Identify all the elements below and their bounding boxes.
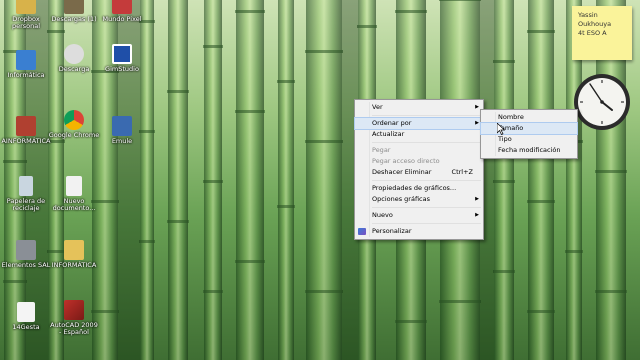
desktop-icon-label: 14Gesta [12, 323, 40, 331]
app-icon [16, 240, 36, 260]
menu-item-label: Pegar acceso directo [372, 157, 440, 165]
autocad-icon [64, 300, 84, 320]
menu-item-label: Tipo [498, 135, 512, 143]
recycle-bin-icon [19, 176, 33, 196]
desktop-icon-dropbox[interactable]: Dropbox personal [0, 0, 52, 30]
menu-separator [372, 142, 481, 143]
desktop-icon-gimstudio[interactable]: GimStudio [96, 44, 148, 73]
submenu-arrow-icon: ▶ [475, 212, 479, 218]
menu-item-propiedades-graficos[interactable]: Propiedades de gráficos... [355, 183, 483, 194]
sticky-note[interactable]: Yassin Oukhouya 4t ESO A [572, 6, 632, 60]
folder-icon [64, 0, 84, 14]
menu-separator [372, 180, 481, 181]
desktop-icon-label: Informática [7, 71, 45, 79]
bamboo-stalk [203, 0, 223, 360]
desktop-icon-label: INFORMÁTICA [51, 261, 97, 269]
desktop-icon-ainformatica[interactable]: AINFORMÁTICA [0, 116, 52, 145]
sticky-note-line: Yassin [578, 11, 598, 19]
submenu-arrow-icon: ▶ [475, 120, 479, 126]
menu-item-nuevo[interactable]: Nuevo ▶ [355, 210, 483, 221]
bamboo-stalk [527, 0, 555, 360]
desktop-icon-elementos[interactable]: Elementos SAL [0, 240, 52, 269]
app-icon [112, 44, 132, 64]
menu-item-shortcut: Ctrl+Z [451, 168, 473, 176]
menu-item-ordenar-por[interactable]: Ordenar por ▶ [354, 117, 484, 130]
desktop-icon-descarga[interactable]: Descarga [48, 44, 100, 73]
document-icon [66, 176, 82, 196]
desktop-icon-descargas[interactable]: Descargas (1) [48, 0, 100, 23]
menu-item-label: Fecha modificación [498, 146, 561, 154]
desktop-icon-recycle-bin[interactable]: Papelera de reciclaje [0, 176, 52, 212]
menu-separator [372, 115, 481, 116]
personalize-icon [358, 228, 366, 235]
submenu-arrow-icon: ▶ [475, 104, 479, 110]
menu-item-label: Ver [372, 103, 383, 111]
desktop-icon-informatica[interactable]: Informática [0, 50, 52, 79]
desktop-icon-label: Elementos SAL [1, 261, 51, 269]
desktop-icon-label: Mundo Pixel [102, 15, 142, 23]
menu-item-label: Pegar [372, 146, 391, 154]
chrome-icon [64, 110, 84, 130]
mouse-cursor-icon [497, 123, 505, 135]
desktop-icon-label: Descargas (1) [51, 15, 97, 23]
menu-item-label: Ordenar por [372, 119, 412, 127]
menu-item-ver[interactable]: Ver ▶ [355, 102, 483, 113]
menu-item-label: Actualizar [372, 130, 405, 138]
app-icon [112, 0, 132, 14]
desktop-icon-google-chrome[interactable]: Google Chrome [48, 110, 100, 139]
desktop-icon-label: Nuevo documento... [52, 197, 96, 212]
sticky-note-line: 4t ESO A [578, 29, 607, 37]
folder-icon [16, 0, 36, 14]
desktop-icon-14gesta[interactable]: 14Gesta [0, 302, 52, 331]
menu-item-label: Nuevo [372, 211, 393, 219]
app-icon [16, 116, 36, 136]
menu-item-pegar[interactable]: Pegar [355, 145, 483, 156]
menu-separator [372, 223, 481, 224]
desktop-icon-label: Dropbox personal [11, 15, 41, 30]
submenu-item-fecha-modificacion[interactable]: Fecha modificación [481, 145, 577, 156]
menu-item-label: Propiedades de gráficos... [372, 184, 457, 192]
menu-item-label: Deshacer Eliminar [372, 168, 432, 176]
desktop-icon-label: Emule [111, 137, 133, 145]
desktop-icon-label: Papelera de reciclaje [6, 197, 46, 212]
submenu-item-tipo[interactable]: Tipo [481, 134, 577, 145]
desktop-icon-informatica-folder[interactable]: INFORMÁTICA [48, 240, 100, 269]
submenu-arrow-icon: ▶ [475, 196, 479, 202]
app-icon [112, 116, 132, 136]
desktop-icon-label: Descarga [58, 65, 90, 73]
desktop-icon-label: GimStudio [105, 65, 139, 73]
sort-submenu: Nombre Tamaño Tipo Fecha modificación [480, 109, 578, 159]
desktop-icon-label: AutoCAD 2009 - Español [50, 321, 98, 336]
bamboo-stalk [277, 0, 295, 360]
menu-item-opciones-graficas[interactable]: Opciones gráficas ▶ [355, 194, 483, 205]
menu-item-personalizar[interactable]: Personalizar [355, 226, 483, 237]
desktop-icon-autocad[interactable]: AutoCAD 2009 - Español [48, 300, 100, 336]
desktop-context-menu: Ver ▶ Ordenar por ▶ Actualizar Pegar Peg… [354, 99, 484, 240]
bamboo-stalk [235, 0, 265, 360]
sticky-note-line: Oukhouya [578, 20, 612, 28]
menu-item-deshacer-eliminar[interactable]: Deshacer Eliminar Ctrl+Z [355, 167, 483, 178]
seal-icon [64, 44, 84, 64]
desktop-icon-mundo-pixel[interactable]: Mundo Pixel [96, 0, 148, 23]
folder-icon [64, 240, 84, 260]
clock-center [600, 100, 604, 104]
menu-item-pegar-acceso-directo[interactable]: Pegar acceso directo [355, 156, 483, 167]
bamboo-stalk [493, 0, 515, 360]
menu-item-label: Personalizar [372, 227, 412, 235]
bamboo-stalk [167, 0, 189, 360]
desktop-icon-label: AINFORMÁTICA [1, 137, 51, 145]
clock-gadget[interactable] [572, 72, 632, 132]
menu-item-label: Nombre [498, 113, 524, 121]
menu-item-actualizar[interactable]: Actualizar [355, 129, 483, 140]
submenu-item-nombre[interactable]: Nombre [481, 112, 577, 123]
bamboo-stalk [305, 0, 343, 360]
desktop-icon-emule[interactable]: Emule [96, 116, 148, 145]
desktop-icon-nuevo-documento[interactable]: Nuevo documento... [48, 176, 100, 212]
menu-separator [372, 207, 481, 208]
desktop-icon-label: Google Chrome [48, 131, 100, 139]
submenu-item-tamano[interactable]: Tamaño [480, 122, 578, 135]
document-icon [17, 302, 35, 322]
app-icon [16, 50, 36, 70]
menu-item-label: Opciones gráficas [372, 195, 430, 203]
